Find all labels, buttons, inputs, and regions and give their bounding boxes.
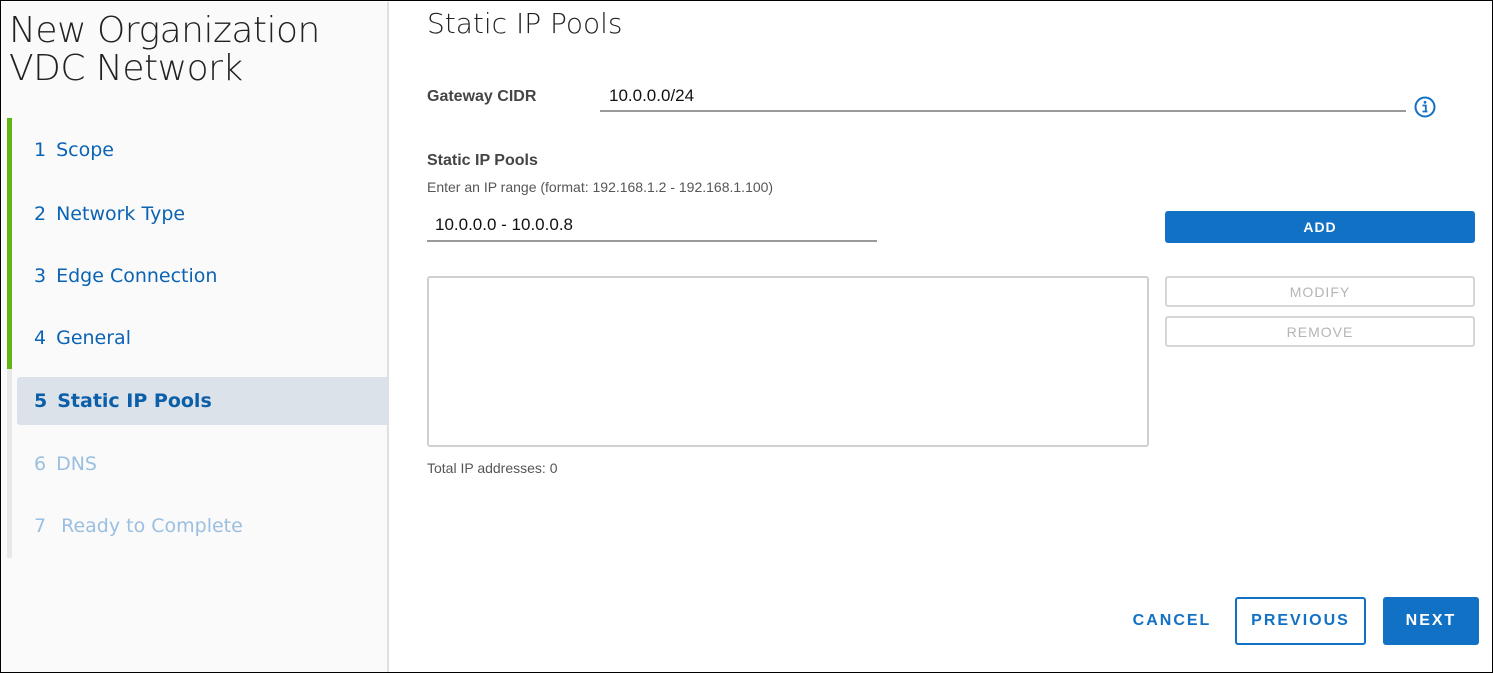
step-progress-completed bbox=[7, 118, 12, 369]
step-network-type[interactable]: 2 Network Type bbox=[17, 190, 389, 238]
wizard-dialog: New Organization VDC Network 1 Scope 2 N… bbox=[0, 0, 1493, 673]
step-label: General bbox=[56, 327, 131, 349]
wizard-title-line1: New Organization bbox=[9, 10, 320, 51]
add-button[interactable]: ADD bbox=[1165, 211, 1475, 243]
ip-pool-list[interactable] bbox=[427, 276, 1149, 447]
page-title: Static IP Pools bbox=[427, 7, 623, 40]
gateway-cidr-label: Gateway CIDR bbox=[427, 88, 537, 105]
step-number: 5 bbox=[34, 390, 48, 412]
step-scope[interactable]: 1 Scope bbox=[17, 126, 389, 174]
step-number: 7 bbox=[34, 515, 47, 537]
step-label: Ready to Complete bbox=[61, 515, 243, 537]
wizard-title: New Organization VDC Network bbox=[9, 12, 320, 88]
previous-button[interactable]: PREVIOUS bbox=[1235, 597, 1366, 645]
cancel-button[interactable]: CANCEL bbox=[1122, 597, 1222, 645]
wizard-sidebar: New Organization VDC Network 1 Scope 2 N… bbox=[2, 2, 389, 672]
wizard-title-line2: VDC Network bbox=[9, 48, 243, 89]
step-edge-connection[interactable]: 3 Edge Connection bbox=[17, 252, 389, 300]
step-label: Edge Connection bbox=[56, 265, 218, 287]
gateway-cidr-field[interactable] bbox=[600, 82, 1406, 112]
step-number: 2 bbox=[34, 203, 47, 225]
step-number: 6 bbox=[34, 453, 47, 475]
step-general[interactable]: 4 General bbox=[17, 314, 389, 362]
step-ready-to-complete: 7 Ready to Complete bbox=[17, 502, 389, 550]
remove-button[interactable]: REMOVE bbox=[1165, 316, 1475, 347]
modify-button[interactable]: MODIFY bbox=[1165, 276, 1475, 307]
step-label: Scope bbox=[56, 139, 114, 161]
step-dns: 6 DNS bbox=[17, 440, 389, 488]
static-ip-pools-label: Static IP Pools bbox=[427, 152, 538, 169]
total-ip-addresses: Total IP addresses: 0 bbox=[427, 460, 558, 476]
step-label: Static IP Pools bbox=[57, 390, 212, 412]
step-number: 1 bbox=[34, 139, 47, 161]
wizard-content: Static IP Pools Gateway CIDR Static IP P… bbox=[391, 2, 1491, 671]
step-static-ip-pools[interactable]: 5 Static IP Pools bbox=[17, 377, 389, 425]
ip-range-input[interactable] bbox=[427, 210, 877, 242]
step-number: 4 bbox=[34, 327, 47, 349]
step-label: Network Type bbox=[56, 203, 186, 225]
ip-range-hint: Enter an IP range (format: 192.168.1.2 -… bbox=[427, 179, 774, 195]
step-label: DNS bbox=[56, 453, 97, 475]
info-circle-icon[interactable] bbox=[1413, 95, 1437, 119]
step-number: 3 bbox=[34, 265, 47, 287]
next-button[interactable]: NEXT bbox=[1383, 597, 1479, 645]
